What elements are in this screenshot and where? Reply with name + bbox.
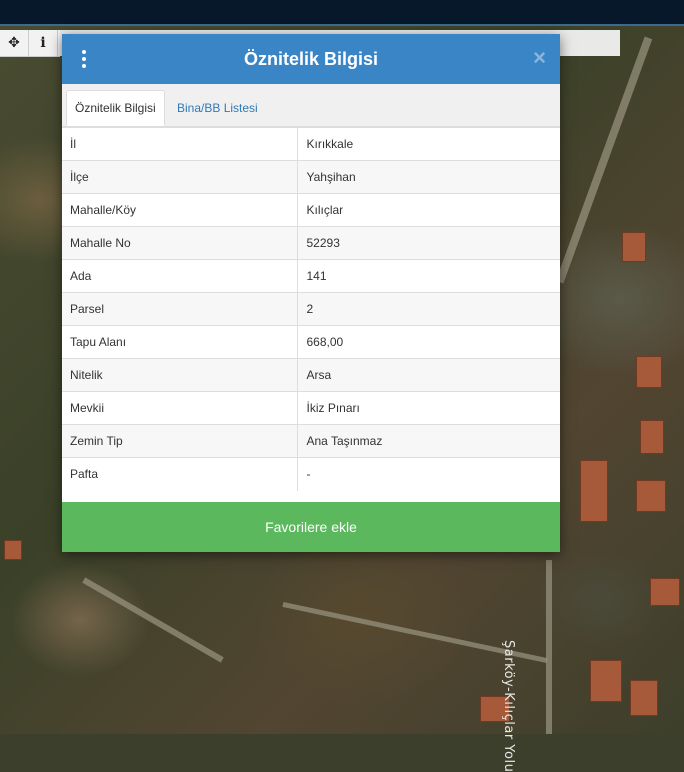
building-roof (630, 680, 658, 716)
attribute-value: Kılıçlar (297, 193, 560, 227)
tab-attribute-info[interactable]: Öznitelik Bilgisi (66, 90, 165, 126)
attribute-value: 668,00 (297, 325, 560, 359)
map-toolbar: ✥ i (0, 30, 60, 57)
info-icon[interactable]: i (29, 30, 58, 56)
attribute-info-modal: Öznitelik Bilgisi × Öznitelik Bilgisi Bi… (62, 34, 560, 552)
building-roof (650, 578, 680, 606)
attribute-key: Tapu Alanı (62, 325, 298, 359)
attribute-key: Mahalle No (62, 226, 298, 260)
attribute-key: Ada (62, 259, 298, 293)
tab-building-list[interactable]: Bina/BB Listesi (169, 90, 266, 126)
attribute-value: Arsa (297, 358, 560, 392)
table-row: İl Kırıkkale (62, 127, 560, 161)
attribute-value: Yahşihan (297, 160, 560, 194)
table-row: Tapu Alanı 668,00 (62, 325, 560, 359)
map-road (82, 577, 224, 663)
table-row: Ada 141 (62, 259, 560, 293)
attribute-key: İl (62, 127, 298, 161)
attribute-value: 2 (297, 292, 560, 326)
table-row: Mahalle/Köy Kılıçlar (62, 193, 560, 227)
attribute-key: İlçe (62, 160, 298, 194)
building-roof (636, 480, 666, 512)
building-roof (590, 660, 622, 702)
building-roof (4, 540, 22, 560)
attribute-value: İkiz Pınarı (297, 391, 560, 425)
close-icon[interactable]: × (533, 47, 546, 69)
attribute-value: - (297, 457, 560, 491)
building-roof (622, 232, 646, 262)
add-to-favorites-button[interactable]: Favorilere ekle (62, 502, 560, 552)
attribute-value: 52293 (297, 226, 560, 260)
table-row: Pafta - (62, 457, 560, 491)
attribute-key: Mevkii (62, 391, 298, 425)
attribute-key: Parsel (62, 292, 298, 326)
table-row: Zemin Tip Ana Taşınmaz (62, 424, 560, 458)
attribute-value: Ana Taşınmaz (297, 424, 560, 458)
table-row: Mahalle No 52293 (62, 226, 560, 260)
modal-tabs: Öznitelik Bilgisi Bina/BB Listesi (62, 84, 560, 127)
table-row: Parsel 2 (62, 292, 560, 326)
modal-header: Öznitelik Bilgisi × (62, 34, 560, 84)
modal-title: Öznitelik Bilgisi (243, 48, 379, 69)
building-roof (580, 460, 608, 522)
attribute-key: Zemin Tip (62, 424, 298, 458)
map-road (546, 560, 552, 734)
move-icon[interactable]: ✥ (0, 30, 29, 56)
kebab-menu-icon[interactable] (78, 50, 90, 68)
attribute-key: Pafta (62, 457, 298, 491)
attribute-table: İl Kırıkkale İlçe Yahşihan Mahalle/Köy Kılıçl… (62, 127, 560, 491)
road-label: Şarköy-Kılıçlar Yolu (501, 640, 516, 772)
building-roof (636, 356, 662, 388)
attribute-value: Kırıkkale (297, 127, 560, 161)
table-row: İlçe Yahşihan (62, 160, 560, 194)
attribute-value: 141 (297, 259, 560, 293)
attribute-key: Mahalle/Köy (62, 193, 298, 227)
table-row: Nitelik Arsa (62, 358, 560, 392)
table-row: Mevkii İkiz Pınarı (62, 391, 560, 425)
top-navbar (0, 0, 684, 26)
attribute-key: Nitelik (62, 358, 298, 392)
building-roof (640, 420, 664, 454)
